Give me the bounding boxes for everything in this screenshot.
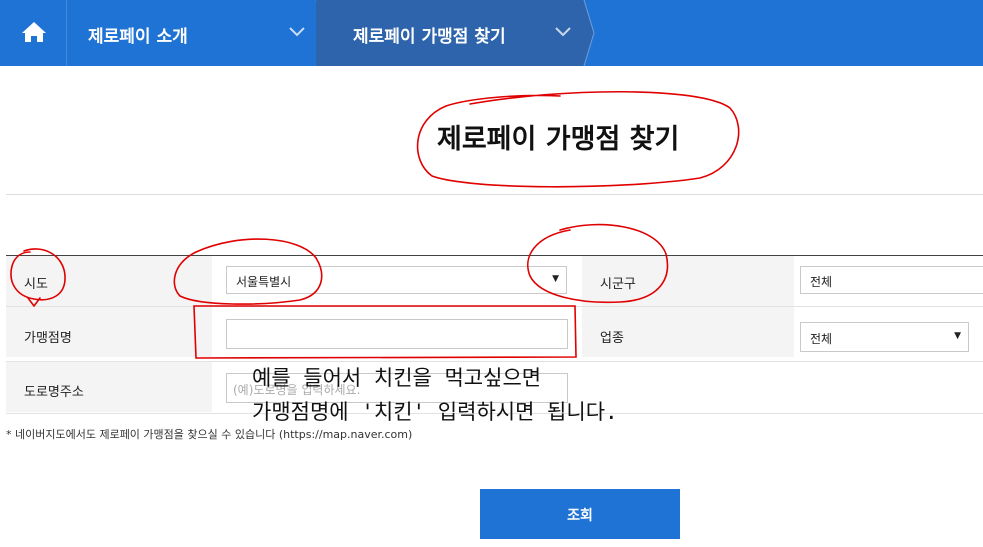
search-button-label: 조회: [567, 508, 593, 524]
nav-item-label: 제로페이 가맹점 찾기: [353, 27, 506, 47]
sigungu-value: 전체: [810, 275, 833, 289]
row-divider: [6, 306, 983, 307]
sigungu-label: 시군구: [600, 277, 636, 292]
road-address-label: 도로명주소: [24, 385, 84, 400]
store-name-label: 가맹점명: [24, 331, 72, 346]
sido-value: 서울특별시: [236, 275, 292, 289]
sido-label: 시도: [24, 277, 48, 292]
nav-item-intro[interactable]: 제로페이 소개: [66, 0, 316, 66]
divider: [6, 194, 983, 195]
nav-divider: [582, 0, 595, 66]
chevron-down-icon: [289, 27, 305, 37]
home-button[interactable]: [0, 0, 67, 66]
page-title: 제로페이 가맹점 찾기: [437, 124, 680, 155]
nav-item-label: 제로페이 소개: [88, 27, 188, 47]
top-nav: 제로페이 소개 제로페이 가맹점 찾기: [0, 0, 983, 66]
home-icon: [22, 22, 46, 42]
dropdown-caret-icon: ▼: [954, 331, 961, 341]
store-name-input[interactable]: [226, 319, 568, 349]
naver-map-note: * 네이버지도에서도 제로페이 가맹점을 찾으실 수 있습니다 (https:/…: [6, 428, 413, 441]
nav-item-find-store[interactable]: 제로페이 가맹점 찾기: [316, 0, 584, 66]
sigungu-select[interactable]: 전체: [800, 266, 983, 294]
search-button[interactable]: 조회: [480, 489, 680, 539]
sido-select[interactable]: 서울특별시 ▼: [226, 266, 567, 294]
category-select[interactable]: 전체 ▼: [800, 322, 969, 352]
chevron-down-icon: [555, 27, 571, 37]
category-value: 전체: [810, 332, 833, 346]
annotation-text: 예를 들어서 치킨을 먹고싶으면: [252, 366, 542, 390]
annotation-text: 가맹점명에 '치킨' 입력하시면 됩니다.: [252, 400, 618, 424]
dropdown-caret-icon: ▼: [552, 274, 559, 284]
category-label: 업종: [600, 331, 624, 346]
